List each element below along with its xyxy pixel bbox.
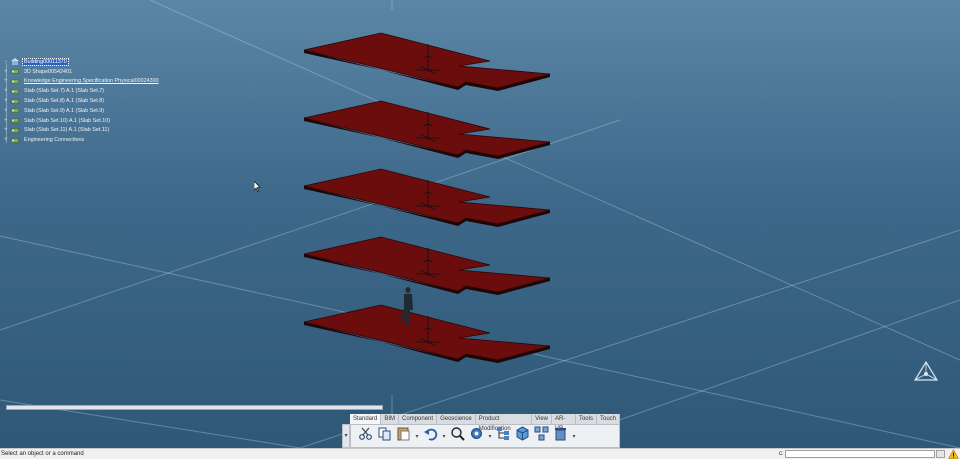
expand-icon[interactable]: +: [4, 108, 10, 114]
command-prefix: c:: [779, 451, 784, 457]
zoom-button[interactable]: [449, 426, 466, 446]
warning-icon[interactable]: [948, 449, 959, 459]
dropdown-arrow-icon[interactable]: ▾: [414, 428, 420, 445]
cube-view-button[interactable]: [514, 426, 531, 446]
floor-slab[interactable]: [303, 32, 551, 91]
undo-button[interactable]: [422, 428, 439, 445]
tree-items: +3D Shape00542401 + Knowledge Engineering …: [4, 67, 160, 145]
tab-component[interactable]: Component: [399, 414, 438, 424]
mouse-cursor-icon: [254, 181, 261, 192]
expand-icon[interactable]: +: [4, 78, 10, 84]
expand-icon[interactable]: +: [4, 137, 10, 143]
tree-item-label[interactable]: Slab (Slab Set.11) A.1 (Slab Set.11): [23, 127, 110, 133]
graph-tree-icon: [496, 426, 511, 446]
dropdown-arrow-icon[interactable]: ▾: [441, 428, 447, 445]
cut-button[interactable]: [357, 426, 374, 446]
expand-icon[interactable]: +: [4, 98, 10, 104]
dropdown-arrow-icon[interactable]: ▾: [487, 428, 493, 445]
tree-item[interactable]: + Slab (Slab Set.10) A.1 (Slab Set.10): [4, 116, 160, 126]
network-icon: [534, 426, 549, 446]
tab-view[interactable]: View: [532, 414, 553, 424]
status-bar: Select an object or a command c:: [0, 448, 960, 459]
delete-button[interactable]: [552, 428, 569, 445]
tree-item-label[interactable]: Slab (Slab Set.7) A.1 (Slab Set.7): [23, 88, 105, 94]
slab-icon: [11, 107, 19, 114]
paste-icon: [396, 426, 411, 446]
network-button[interactable]: [533, 426, 550, 446]
slab-icon: [11, 117, 19, 124]
slab-icon: [11, 127, 19, 134]
3d-shape-icon: [11, 68, 19, 75]
settings-gear-button[interactable]: [468, 428, 485, 445]
action-bar-tabs: Standard BIM Component Geoscience Product Mo…: [350, 414, 620, 432]
scrollbar-thumb[interactable]: [7, 406, 382, 409]
action-bar: ▾ Standard BIM Component Geoscience Product …: [342, 414, 620, 448]
tree-root[interactable]: − Building00011370: [4, 57, 160, 67]
floor-slab[interactable]: [303, 168, 551, 227]
floor-slab[interactable]: [303, 236, 551, 295]
tree-item[interactable]: + Engineering Connections: [4, 135, 160, 145]
expand-icon[interactable]: +: [4, 127, 10, 133]
settings-gear-icon: [469, 426, 484, 446]
slab-stack[interactable]: [303, 32, 551, 363]
3d-viewport[interactable]: − Building00011370 +3D Shape00542401 + Kno…: [0, 0, 960, 448]
expand-icon[interactable]: +: [4, 88, 10, 94]
specification-tree: − Building00011370 +3D Shape00542401 + Kno…: [4, 57, 160, 145]
copy-icon: [377, 426, 392, 446]
tree-item[interactable]: + Slab (Slab Set.8) A.1 (Slab Set.8): [4, 96, 160, 106]
tree-item-label[interactable]: Slab (Slab Set.9) A.1 (Slab Set.9): [23, 108, 105, 114]
expand-icon[interactable]: +: [4, 69, 10, 75]
delete-icon: [553, 426, 568, 446]
engineering-connections-icon: [11, 137, 19, 144]
tree-item-label[interactable]: Engineering Connections: [23, 137, 85, 143]
tree-item[interactable]: +3D Shape00542401: [4, 67, 160, 77]
tree-item[interactable]: + Slab (Slab Set.7) A.1 (Slab Set.7): [4, 86, 160, 96]
copy-button[interactable]: [376, 426, 393, 446]
floor-slab[interactable]: [303, 100, 551, 159]
expand-icon[interactable]: +: [4, 118, 10, 124]
tab-standard[interactable]: Standard: [350, 414, 382, 424]
tab-bim[interactable]: BIM: [381, 414, 400, 424]
tab-touch[interactable]: Touch: [596, 414, 620, 424]
cube-view-icon: [515, 426, 530, 446]
tab-product-modification[interactable]: Product Modification: [475, 414, 533, 432]
building-icon: [11, 58, 19, 66]
floor-slab[interactable]: [303, 304, 551, 363]
tree-item[interactable]: + Knowledge Engineering Specification Phy…: [4, 77, 160, 87]
horizontal-scrollbar[interactable]: [6, 405, 383, 410]
slab-icon: [11, 88, 19, 95]
command-input[interactable]: [785, 450, 935, 458]
tree-item-label[interactable]: Slab (Slab Set.8) A.1 (Slab Set.8): [23, 98, 105, 104]
tree-item-label[interactable]: Slab (Slab Set.10) A.1 (Slab Set.10): [23, 118, 111, 124]
zoom-icon: [450, 426, 465, 446]
tab-geoscience[interactable]: Geoscience: [437, 414, 476, 424]
undo-icon: [423, 426, 438, 446]
dropdown-arrow-icon[interactable]: ▾: [571, 428, 577, 445]
slab-icon: [11, 98, 19, 105]
cut-icon: [358, 426, 373, 446]
action-bar-collapse-button[interactable]: ▾: [342, 424, 350, 448]
tab-tools[interactable]: Tools: [575, 414, 597, 424]
status-message: Select an object or a command: [1, 451, 84, 457]
tree-root-label[interactable]: Building00011370: [22, 57, 69, 66]
graph-tree-button[interactable]: [495, 426, 512, 446]
tree-item[interactable]: + Slab (Slab Set.11) A.1 (Slab Set.11): [4, 126, 160, 136]
knowledge-spec-icon: [11, 78, 19, 85]
tab-ar-vr[interactable]: AR-VR: [552, 414, 576, 432]
compass-icon[interactable]: [912, 360, 940, 384]
collapse-icon[interactable]: −: [4, 59, 10, 65]
tree-item-label[interactable]: Knowledge Engineering Specification Phys…: [23, 78, 160, 84]
command-run-button[interactable]: [936, 450, 945, 458]
tree-item-label[interactable]: 3D Shape00542401: [23, 69, 73, 75]
paste-button[interactable]: [395, 426, 412, 446]
tree-item[interactable]: + Slab (Slab Set.9) A.1 (Slab Set.9): [4, 106, 160, 116]
